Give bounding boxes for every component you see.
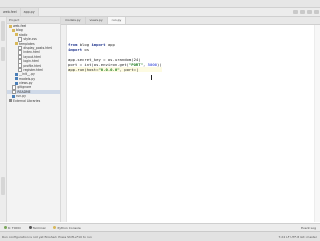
tool-tab-label: 6: TODO: [8, 225, 21, 230]
tool-tab-label: Python Console: [57, 225, 81, 230]
run-config-icon[interactable]: [293, 10, 298, 14]
event-log-tab[interactable]: Event Log: [297, 226, 320, 230]
python-console-icon: [53, 226, 57, 229]
project-tree: web-feel blog static style.css templates disp…: [7, 24, 60, 103]
editor-tab-label: run.py: [111, 18, 122, 22]
folder-icon: [15, 42, 18, 46]
debug-icon[interactable]: [307, 10, 312, 14]
file-icon: [15, 81, 18, 85]
tool-window-bar: 6: TODO Terminal Python Console Event Lo…: [0, 223, 320, 231]
number-literal: 5000: [147, 62, 158, 67]
tree-item-label: External Libraries: [13, 98, 41, 103]
tree-item[interactable]: External Libraries: [7, 99, 60, 103]
editor-tab-models[interactable]: models.py: [61, 17, 86, 24]
file-icon: [12, 94, 15, 98]
code-text: app.run(host=: [68, 67, 99, 72]
tool-tab-label: Terminal: [32, 225, 46, 230]
editor-tabs: models.py views.py run.py: [61, 17, 320, 25]
python-console-tab[interactable]: Python Console: [49, 226, 84, 230]
file-icon: [15, 77, 18, 81]
code-name: os: [82, 47, 90, 52]
code-line-6: app.run(host="0.0.0.0", port=|: [68, 67, 162, 72]
editor-tab-run[interactable]: run.py: [107, 17, 127, 24]
caret-position[interactable]: 7:24 LF UTF-8 Git: master: [278, 235, 320, 239]
file-icon: [15, 72, 18, 76]
tool-tab-label: Event Log: [301, 225, 316, 230]
nav-file-crumb[interactable]: app.py: [20, 8, 39, 16]
keyword-import: import: [91, 42, 106, 47]
code-name: app: [105, 42, 115, 47]
text-cursor: [151, 75, 152, 80]
folder-icon: [15, 33, 18, 37]
status-message: Run configuration is not yet finished. P…: [2, 234, 92, 239]
project-panel-header: Project: [7, 17, 60, 24]
left-tool-strip: [0, 17, 7, 222]
project-panel: Project web-feel blog static style.css templ…: [7, 17, 61, 222]
editor-gutter: [61, 25, 67, 222]
nav-project-crumb[interactable]: web-feel: [0, 8, 21, 16]
error-stripe: [314, 25, 320, 222]
editor-tab-label: views.py: [89, 18, 103, 22]
todo-tab[interactable]: 6: TODO: [0, 226, 25, 230]
navigation-toolbar: web-feel app.py: [0, 8, 320, 17]
menu-bar: [0, 0, 320, 8]
todo-icon: [4, 226, 7, 229]
favorites-tool-tab[interactable]: [1, 177, 5, 195]
code-editor[interactable]: from blog import app import os app.secre…: [68, 42, 162, 72]
terminal-tab[interactable]: Terminal: [25, 226, 50, 230]
run-icon[interactable]: [300, 10, 305, 14]
library-icon: [9, 99, 12, 103]
structure-tool-tab[interactable]: [1, 47, 5, 61]
project-tool-tab[interactable]: [1, 21, 5, 41]
folder-icon: [12, 29, 15, 33]
editor-tab-views[interactable]: views.py: [85, 17, 108, 24]
editor-tab-label: models.py: [65, 18, 81, 22]
string-literal: "0.0.0.0": [98, 67, 120, 72]
folder-icon: [9, 24, 12, 28]
code-text: , port=|: [119, 67, 139, 72]
terminal-icon: [28, 226, 32, 229]
settings-icon[interactable]: [314, 10, 319, 14]
code-text: )): [157, 62, 162, 67]
